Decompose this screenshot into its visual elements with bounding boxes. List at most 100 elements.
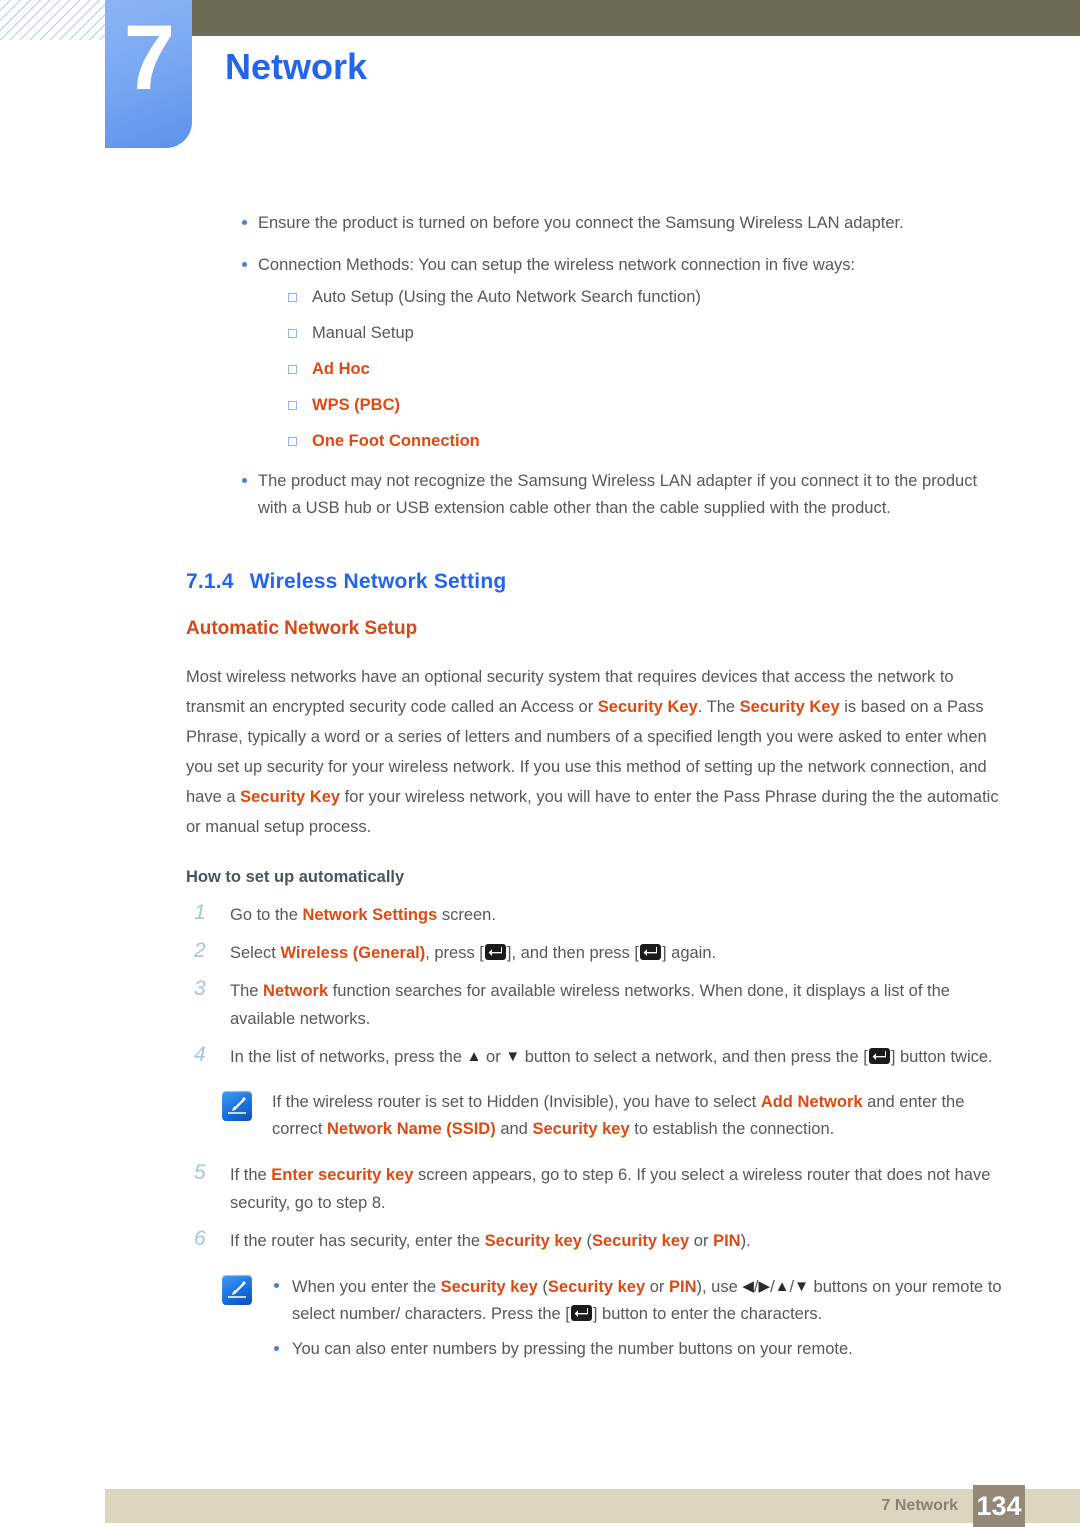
bullet-dot-icon bbox=[242, 262, 247, 267]
text-run: ( bbox=[537, 1278, 548, 1296]
text-run: function searches for available wireless… bbox=[230, 982, 950, 1028]
keyword-security-key: Security Key bbox=[739, 698, 840, 716]
text-run: or bbox=[645, 1278, 669, 1296]
note-wrapper: If the wireless router is set to Hidden … bbox=[186, 1089, 1008, 1143]
keyword-highlight: Security key bbox=[440, 1278, 538, 1296]
bullet-text: The product may not recognize the Samsun… bbox=[258, 472, 978, 517]
step-number: 6 bbox=[194, 1227, 206, 1250]
list-item: Manual Setup bbox=[258, 321, 1008, 345]
note-bullet-list: When you enter the Security key (Securit… bbox=[246, 1273, 1008, 1363]
text-run: ), use bbox=[696, 1278, 743, 1296]
text-run: When you enter the bbox=[292, 1278, 441, 1296]
step-number: 1 bbox=[194, 901, 206, 924]
chapter-title: Network bbox=[225, 46, 368, 87]
list-item: The product may not recognize the Samsun… bbox=[186, 468, 1008, 522]
note-block: When you enter the Security key (Securit… bbox=[186, 1273, 1008, 1363]
steps-list: 1 Go to the Network Settings screen. 2 Sele… bbox=[186, 901, 1008, 1363]
text-run: and bbox=[495, 1120, 533, 1138]
header-olive-bar bbox=[192, 0, 1080, 36]
enter-key-icon bbox=[484, 944, 506, 960]
page-content: Ensure the product is turned on before y… bbox=[186, 210, 1008, 1381]
text-run: button to select a network, and then pre… bbox=[520, 1048, 868, 1066]
step-text: If the router has security, enter the Se… bbox=[230, 1232, 751, 1250]
footer-page-number: 134 bbox=[973, 1485, 1025, 1527]
step-text: If the Enter security key screen appears… bbox=[230, 1166, 990, 1212]
enter-key-icon bbox=[639, 944, 661, 960]
note-bullet-text: You can also enter numbers by pressing t… bbox=[292, 1340, 853, 1358]
sub-bullet-text: Manual Setup bbox=[312, 324, 414, 342]
text-run: screen. bbox=[437, 906, 496, 924]
keyword-highlight: Security key bbox=[532, 1120, 630, 1138]
step-item: 4 In the list of networks, press the ▲ or… bbox=[186, 1043, 1008, 1071]
keyword-highlight: PIN bbox=[669, 1278, 697, 1296]
right-arrow-icon: ▶ bbox=[758, 1278, 771, 1295]
howto-heading: How to set up automatically bbox=[186, 868, 405, 886]
square-bullet-icon bbox=[288, 293, 297, 302]
chapter-number-tab: 7 bbox=[105, 0, 192, 148]
step-number: 2 bbox=[194, 939, 206, 962]
paragraph-part-2: . The bbox=[697, 698, 740, 716]
square-bullet-icon bbox=[288, 365, 297, 374]
keyword-highlight: Network Settings bbox=[302, 906, 438, 924]
step-item: 3 The Network function searches for avail… bbox=[186, 977, 1008, 1033]
text-run: If the bbox=[230, 1166, 272, 1184]
down-arrow-icon: ▼ bbox=[794, 1278, 809, 1295]
section-number: 7.1.4 bbox=[186, 570, 234, 593]
note-pencil-icon bbox=[222, 1091, 252, 1121]
text-run: ] again. bbox=[661, 944, 717, 962]
corner-hatch-decoration bbox=[0, 0, 108, 40]
keyword-highlight: Add Network bbox=[760, 1093, 863, 1111]
text-run: ], and then press [ bbox=[506, 944, 639, 962]
keyword-highlight: Wireless (General) bbox=[280, 944, 426, 962]
text-run: ] button twice. bbox=[890, 1048, 993, 1066]
enter-key-icon bbox=[868, 1048, 890, 1064]
list-item: Ensure the product is turned on before y… bbox=[186, 210, 1008, 237]
step-text: The Network function searches for availa… bbox=[230, 982, 950, 1028]
square-bullet-icon bbox=[288, 401, 297, 410]
connection-methods-list: Auto Setup (Using the Auto Network Searc… bbox=[258, 285, 1008, 453]
list-item: Connection Methods: You can setup the wi… bbox=[186, 252, 1008, 453]
text-run: ). bbox=[740, 1232, 751, 1250]
sub-bullet-text: One Foot Connection bbox=[312, 432, 480, 450]
note-text: If the wireless router is set to Hidden … bbox=[272, 1089, 1008, 1143]
bullet-dot-icon bbox=[274, 1283, 279, 1288]
step-text: Select Wireless (General), press [ ], and… bbox=[230, 944, 716, 962]
text-run: to establish the connection. bbox=[629, 1120, 835, 1138]
keyword-highlight: Security key bbox=[547, 1278, 646, 1296]
text-run: , press [ bbox=[425, 944, 484, 962]
text-run: In the list of networks, press the bbox=[230, 1048, 467, 1066]
step-item: 6 If the router has security, enter the S… bbox=[186, 1227, 1008, 1255]
intro-bullet-list: Ensure the product is turned on before y… bbox=[186, 210, 1008, 522]
list-item: One Foot Connection bbox=[258, 429, 1008, 453]
step-text: Go to the Network Settings screen. bbox=[230, 906, 496, 924]
document-page: 7 Network Ensure the product is turned o… bbox=[0, 0, 1080, 1527]
list-item: When you enter the Security key (Securit… bbox=[246, 1273, 1008, 1328]
text-run: or bbox=[689, 1232, 714, 1250]
keyword-highlight: Network Name (SSID) bbox=[327, 1120, 496, 1138]
keyword-security-key: Security Key bbox=[597, 698, 698, 716]
keyword-highlight: Enter security key bbox=[271, 1166, 414, 1184]
square-bullet-icon bbox=[288, 437, 297, 446]
keyword-security-key: Security Key bbox=[240, 788, 341, 806]
section-title: Wireless Network Setting bbox=[249, 570, 507, 593]
note-wrapper: When you enter the Security key (Securit… bbox=[186, 1273, 1008, 1363]
sub-bullet-text: WPS (PBC) bbox=[312, 396, 400, 414]
text-run: You can also enter numbers by pressing t… bbox=[292, 1340, 853, 1358]
section-heading: 7.1.4 Wireless Network Setting bbox=[186, 570, 1008, 594]
footer-chapter-label: 7 Network bbox=[881, 1497, 958, 1514]
list-item: Ad Hoc bbox=[258, 357, 1008, 381]
list-item: WPS (PBC) bbox=[258, 393, 1008, 417]
left-arrow-icon: ◀ bbox=[742, 1278, 754, 1295]
step-text: In the list of networks, press the ▲ or … bbox=[230, 1048, 993, 1066]
text-run: If the wireless router is set to Hidden … bbox=[272, 1093, 761, 1111]
text-run: Select bbox=[230, 944, 281, 962]
step-number: 3 bbox=[194, 977, 206, 1000]
subsection-heading: Automatic Network Setup bbox=[186, 618, 418, 639]
text-run: or bbox=[481, 1048, 506, 1066]
list-item: You can also enter numbers by pressing t… bbox=[246, 1336, 1008, 1363]
text-run: If the router has security, enter the bbox=[230, 1232, 485, 1250]
sub-bullet-text: Auto Setup (Using the Auto Network Searc… bbox=[312, 288, 701, 306]
keyword-highlight: Security key bbox=[484, 1232, 582, 1250]
intro-paragraph: Most wireless networks have an optional … bbox=[186, 662, 1008, 842]
step-number: 4 bbox=[194, 1043, 206, 1066]
